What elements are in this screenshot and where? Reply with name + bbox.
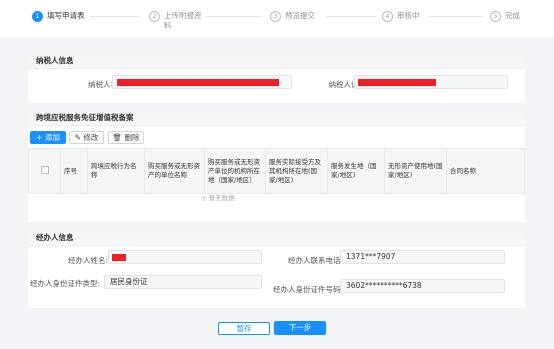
next-step-button[interactable]: 下一步 xyxy=(274,321,326,335)
step-2-label: 上传附报资 xyxy=(164,11,202,20)
agent-phone-field[interactable]: 1371***7907 xyxy=(340,250,505,264)
save-draft-button[interactable]: 暂存 xyxy=(218,322,270,335)
column-header: 无形资产使用地(国家/地区) xyxy=(384,148,447,194)
step-2-number: 2 xyxy=(149,11,160,22)
agent-phone-label: 经办人联系电话: xyxy=(287,256,343,265)
empty-state: ◎ 暂无数据 xyxy=(201,192,235,202)
column-header: 购买服务或无形资产的单位名称 xyxy=(144,148,205,194)
step-connector xyxy=(90,16,140,17)
agent-panel: 经办人信息 经办人姓名: 经办人联系电话: 1371***7907 经办人身份证… xyxy=(28,230,525,308)
agent-idtype-field[interactable]: 居民身份证 xyxy=(104,275,262,289)
agent-idno-field[interactable]: 3602**********6738 xyxy=(340,279,505,293)
step-5-label: 完成 xyxy=(505,11,520,20)
empty-icon: ◎ xyxy=(201,194,207,202)
step-1: 1 填写申请表 xyxy=(32,11,85,22)
delete-button[interactable]: 🗑 删除 xyxy=(108,131,144,144)
table-header-row: 序号 跨境应税行为名称 购买服务或无形资产的单位名称 购买服务或无形资产单位的机… xyxy=(28,148,525,194)
redaction-mark xyxy=(112,254,126,261)
column-header: 服务发生地（国家/地区) xyxy=(327,148,385,194)
taxpayer-section-title: 纳税人信息 xyxy=(28,53,525,69)
empty-text: 暂无数据 xyxy=(208,194,235,202)
agent-idtype-label: 经办人身份证件类型: xyxy=(29,279,100,288)
step-4-number: 4 xyxy=(382,11,393,22)
step-1-number: 1 xyxy=(32,11,43,22)
redaction-mark xyxy=(358,79,436,86)
filing-table: 序号 跨境应税行为名称 购买服务或无形资产的单位名称 购买服务或无形资产单位的机… xyxy=(28,148,525,194)
agent-name-label: 经办人姓名: xyxy=(67,256,108,265)
taxpayer-id-field[interactable] xyxy=(354,75,508,89)
agent-name-field[interactable] xyxy=(108,250,262,264)
step-4-label: 审核中 xyxy=(397,11,420,20)
trash-icon: 🗑 xyxy=(112,133,123,142)
filing-section-title: 跨境应税服务免征增值税备案 xyxy=(28,110,525,126)
step-5-number: 5 xyxy=(490,11,501,22)
edit-button-label: 修改 xyxy=(83,133,99,142)
step-3: 3 预览提交 xyxy=(270,11,315,22)
add-button[interactable]: + 添加 xyxy=(30,131,66,144)
step-connector xyxy=(428,16,483,17)
step-2: 2 上传附报资 料 xyxy=(149,11,202,31)
select-all-checkbox[interactable] xyxy=(40,165,49,174)
column-header: 购买服务或无形资产单位的机构所在地（国家/地区） xyxy=(204,148,266,194)
select-all-cell[interactable] xyxy=(28,148,61,194)
agent-idno-label: 经办人身份证件号码: xyxy=(272,285,343,294)
edit-icon: ✎ xyxy=(74,133,81,142)
step-5: 5 完成 xyxy=(490,11,520,22)
step-connector xyxy=(205,16,263,17)
step-2-label-cont: 料 xyxy=(164,21,172,30)
column-header: 服务实际接受方及其机构所在地(国家/地区) xyxy=(265,148,328,194)
step-4: 4 审核中 xyxy=(382,11,420,22)
step-connector xyxy=(326,16,376,17)
taxpayer-name-field[interactable] xyxy=(112,75,292,89)
column-header: 序号 xyxy=(60,148,88,194)
column-header: 合同名称 xyxy=(446,148,525,194)
edit-button[interactable]: ✎ 修改 xyxy=(69,131,104,144)
step-3-label: 预览提交 xyxy=(285,11,315,20)
step-1-label: 填写申请表 xyxy=(47,11,85,20)
filing-panel: 跨境应税服务免征增值税备案 + 添加 ✎ 修改 🗑 删除 序号 跨境应税行为名称… xyxy=(28,110,525,222)
progress-steps: 1 填写申请表 2 上传附报资 料 3 预览提交 4 审核中 5 完成 xyxy=(0,0,554,38)
redaction-mark xyxy=(117,79,279,86)
column-header: 跨境应税行为名称 xyxy=(87,148,145,194)
step-3-number: 3 xyxy=(270,11,281,22)
agent-section-title: 经办人信息 xyxy=(28,230,525,246)
delete-button-label: 删除 xyxy=(124,133,140,142)
taxpayer-panel: 纳税人信息 纳税人名称: 纳税人识别号: xyxy=(28,53,525,103)
